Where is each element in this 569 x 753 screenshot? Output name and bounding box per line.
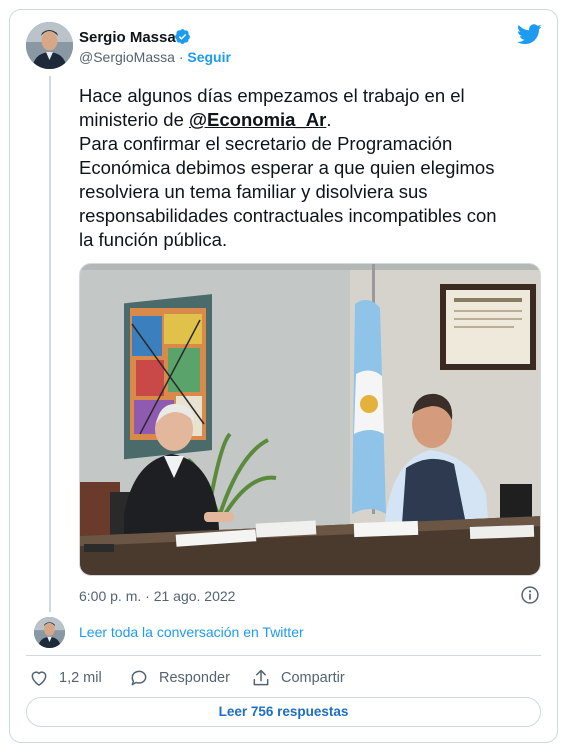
likes-count: 1,2 mil [59,670,102,686]
author-handle-row: @SergioMassa · Seguir [79,49,231,65]
thread-line [49,76,51,612]
twitter-bird-icon[interactable] [517,24,542,45]
share-upload-icon [253,669,269,686]
share-label: Compartir [281,670,345,686]
share-button[interactable]: Compartir [251,668,345,688]
mention-link[interactable]: @Economia_Ar [189,109,326,130]
divider [26,655,541,656]
conversation-avatar[interactable] [34,617,65,648]
tweet-photo[interactable] [79,263,541,576]
author-name[interactable]: Sergio Massa [79,29,176,46]
read-conversation-link[interactable]: Leer toda la conversación en Twitter [79,624,304,640]
follow-button[interactable]: Seguir [187,49,231,65]
separator: · [178,49,184,65]
reply-button[interactable]: Responder [129,668,230,688]
tweet-text-body: . Para confirmar el secretario de Progra… [79,109,497,250]
heart-icon [31,671,47,686]
reply-label: Responder [159,670,230,686]
author-handle[interactable]: @SergioMassa [79,49,175,65]
speech-bubble-icon [131,670,147,686]
tweet-timestamp[interactable]: 6:00 p. m. · 21 ago. 2022 [79,588,235,604]
read-replies-button[interactable]: Leer 756 respuestas [26,697,541,727]
like-button[interactable]: 1,2 mil [29,668,102,688]
tweet-text: Hace algunos días empezamos el trabajo e… [79,84,539,252]
info-icon[interactable] [520,585,540,605]
verified-badge-icon [175,29,190,44]
author-avatar[interactable] [26,22,73,69]
